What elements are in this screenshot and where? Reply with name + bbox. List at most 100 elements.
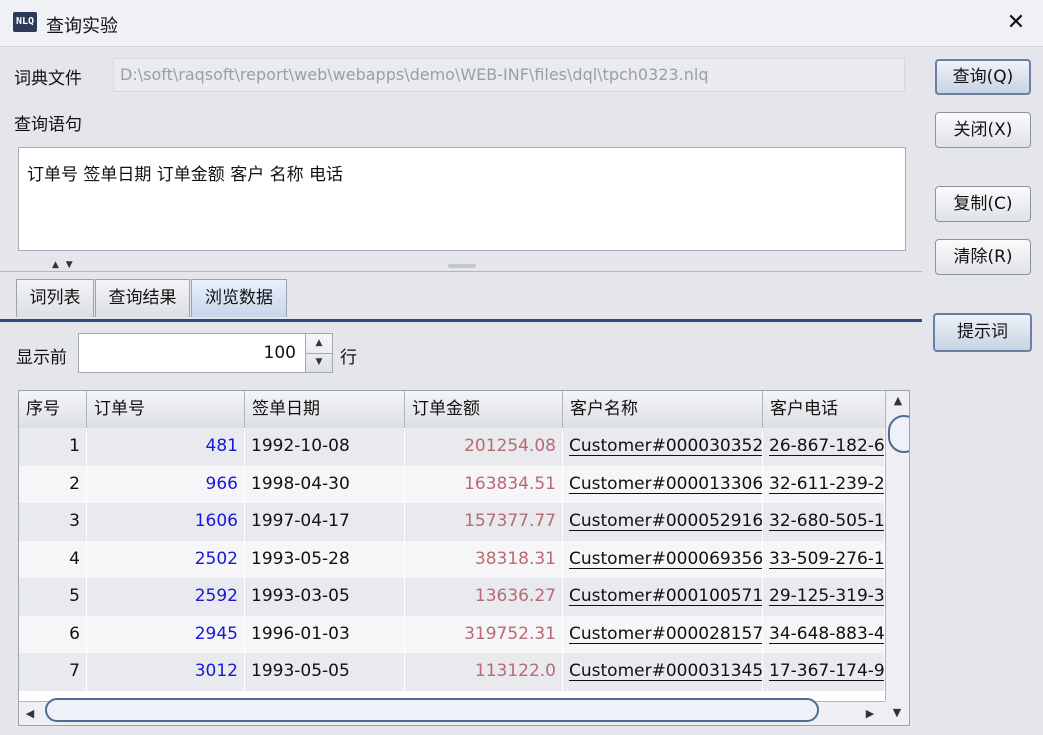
row-count-input[interactable]: 100 (264, 334, 296, 372)
dict-file-field[interactable]: D:\soft\raqsoft\report\web\webapps\demo\… (113, 58, 905, 92)
cell-order-amount[interactable]: 13636.27 (405, 578, 563, 616)
column-header-order-id[interactable]: 订单号 (87, 391, 245, 428)
cell-seq-text: 7 (69, 661, 80, 681)
close-button[interactable]: 关闭(X) (935, 112, 1031, 148)
column-header-order-date[interactable]: 签单日期 (245, 391, 405, 428)
window-close-button[interactable]: ✕ (995, 6, 1037, 40)
cell-customer-name[interactable]: Customer#000052916 (563, 503, 763, 541)
cell-order-date[interactable]: 1993-05-05 (245, 653, 405, 691)
column-header-seq[interactable]: 序号 (19, 391, 87, 428)
cell-order-amount[interactable]: 157377.77 (405, 503, 563, 541)
table-row[interactable]: 1 481 1992-10-08 201254.08 Customer#00003035… (19, 428, 885, 466)
spin-down-icon[interactable]: ▼ (306, 353, 332, 372)
vertical-scroll-thumb[interactable] (888, 415, 909, 453)
cell-order-date[interactable]: 1996-01-03 (245, 615, 405, 653)
cell-customer-phone[interactable]: 34-648-883-4 (763, 615, 885, 653)
cell-order-id[interactable]: 2945 (87, 615, 245, 653)
cell-customer-name[interactable]: Customer#000100571 (563, 578, 763, 616)
cell-customer-phone[interactable]: 32-611-239-2 (763, 465, 885, 503)
cell-customer-phone[interactable]: 26-867-182-6 (763, 428, 885, 466)
column-header-customer-name[interactable]: 客户名称 (563, 391, 763, 428)
table-row[interactable]: 6 2945 1996-01-03 319752.31 Customer#0000281… (19, 615, 885, 653)
cell-order-id-text: 2502 (194, 548, 238, 569)
cell-seq-text: 3 (69, 511, 80, 531)
cell-customer-phone[interactable]: 32-680-505-1 (763, 503, 885, 541)
cell-order-id[interactable]: 2502 (87, 540, 245, 578)
cell-order-date[interactable]: 1998-04-30 (245, 465, 405, 503)
cell-order-id[interactable]: 1606 (87, 503, 245, 541)
cell-order-amount[interactable]: 319752.31 (405, 615, 563, 653)
cell-seq[interactable]: 1 (19, 428, 87, 466)
hint-words-button[interactable]: 提示词 (933, 313, 1032, 352)
cell-seq[interactable]: 4 (19, 540, 87, 578)
cell-customer-name[interactable]: Customer#000031345 (563, 653, 763, 691)
cell-order-amount[interactable]: 38318.31 (405, 540, 563, 578)
cell-seq[interactable]: 6 (19, 615, 87, 653)
split-divider-handle[interactable] (448, 264, 476, 268)
cell-order-date-text: 1993-05-05 (251, 661, 350, 681)
tab-word-list[interactable]: 词列表 (16, 279, 94, 317)
cell-order-amount-text: 201254.08 (464, 436, 556, 456)
table-row[interactable]: 4 2502 1993-05-28 38318.31 Customer#00006935… (19, 540, 885, 578)
tab-query-result[interactable]: 查询结果 (95, 279, 190, 317)
cell-order-date[interactable]: 1993-05-28 (245, 540, 405, 578)
cell-customer-phone-text: 26-867-182-6 (769, 436, 885, 456)
column-header-customer-phone[interactable]: 客户电话 (763, 391, 885, 428)
horizontal-scroll-thumb[interactable] (45, 698, 819, 722)
cell-customer-phone-text: 34-648-883-4 (769, 623, 885, 644)
cell-customer-name[interactable]: Customer#000013306 (563, 465, 763, 503)
scroll-down-icon[interactable]: ▼ (885, 701, 909, 725)
copy-button[interactable]: 复制(C) (935, 186, 1031, 222)
cell-seq-text: 2 (69, 473, 80, 494)
cell-order-id[interactable]: 3012 (87, 653, 245, 691)
cell-customer-name[interactable]: Customer#000030352 (563, 428, 763, 466)
cell-seq-text: 5 (69, 586, 80, 606)
cell-seq[interactable]: 2 (19, 465, 87, 503)
row-count-spinner[interactable]: 100 ▲ ▼ (78, 333, 333, 373)
cell-customer-phone[interactable]: 17-367-174-9 (763, 653, 885, 691)
cell-order-date-text: 1998-04-30 (251, 473, 350, 494)
cell-order-amount[interactable]: 113122.0 (405, 653, 563, 691)
vertical-scrollbar[interactable]: ▲ (885, 391, 909, 701)
query-button[interactable]: 查询(Q) (935, 59, 1031, 95)
scroll-left-icon[interactable]: ◀ (19, 702, 41, 725)
table-row[interactable]: 5 2592 1993-03-05 13636.27 Customer#00010057… (19, 578, 885, 616)
cell-customer-phone-text: 33-509-276-1 (769, 548, 885, 569)
cell-order-id[interactable]: 481 (87, 428, 245, 466)
cell-order-amount[interactable]: 163834.51 (405, 465, 563, 503)
cell-order-amount-text: 13636.27 (474, 586, 556, 606)
cell-customer-name[interactable]: Customer#000028157 (563, 615, 763, 653)
scroll-up-icon[interactable]: ▲ (886, 391, 909, 411)
title-bar: NLQ 查询实验 ✕ (0, 0, 1043, 47)
cell-order-date[interactable]: 1997-04-17 (245, 503, 405, 541)
cell-seq[interactable]: 3 (19, 503, 87, 541)
cell-order-id[interactable]: 966 (87, 465, 245, 503)
cell-seq[interactable]: 7 (19, 653, 87, 691)
cell-order-amount[interactable]: 201254.08 (405, 428, 563, 466)
cell-customer-phone[interactable]: 29-125-319-3 (763, 578, 885, 616)
horizontal-scrollbar[interactable]: ◀ ▶ (19, 698, 885, 725)
column-header-order-amount[interactable]: 订单金额 (405, 391, 563, 428)
cell-order-id[interactable]: 2592 (87, 578, 245, 616)
table-row[interactable]: 3 1606 1997-04-17 157377.77 Customer#0000529… (19, 503, 885, 541)
show-top-label: 显示前 (16, 348, 67, 368)
cell-customer-name[interactable]: Customer#000069356 (563, 540, 763, 578)
cell-order-date-text: 1993-03-05 (251, 586, 350, 606)
cell-customer-name-text: Customer#000013306 (569, 473, 763, 494)
cell-order-id-text: 481 (205, 436, 238, 456)
split-divider-line (0, 271, 922, 272)
spin-up-icon[interactable]: ▲ (306, 334, 332, 354)
table-row[interactable]: 2 966 1998-04-30 163834.51 Customer#00001330… (19, 465, 885, 503)
app-logo-icon: NLQ (13, 12, 37, 32)
scroll-right-icon[interactable]: ▶ (859, 702, 881, 725)
table-row[interactable]: 7 3012 1993-05-05 113122.0 Customer#00003134… (19, 653, 885, 691)
query-textarea[interactable]: 订单号 签单日期 订单金额 客户 名称 电话 (18, 147, 906, 251)
cell-order-date-text: 1992-10-08 (251, 436, 350, 456)
clear-button[interactable]: 清除(R) (935, 239, 1031, 275)
cell-customer-phone[interactable]: 33-509-276-1 (763, 540, 885, 578)
tab-browse-data[interactable]: 浏览数据 (191, 279, 287, 317)
cell-order-date[interactable]: 1993-03-05 (245, 578, 405, 616)
split-collapse-icon[interactable]: ▲ ▼ (52, 260, 75, 270)
cell-order-date[interactable]: 1992-10-08 (245, 428, 405, 466)
cell-seq[interactable]: 5 (19, 578, 87, 616)
